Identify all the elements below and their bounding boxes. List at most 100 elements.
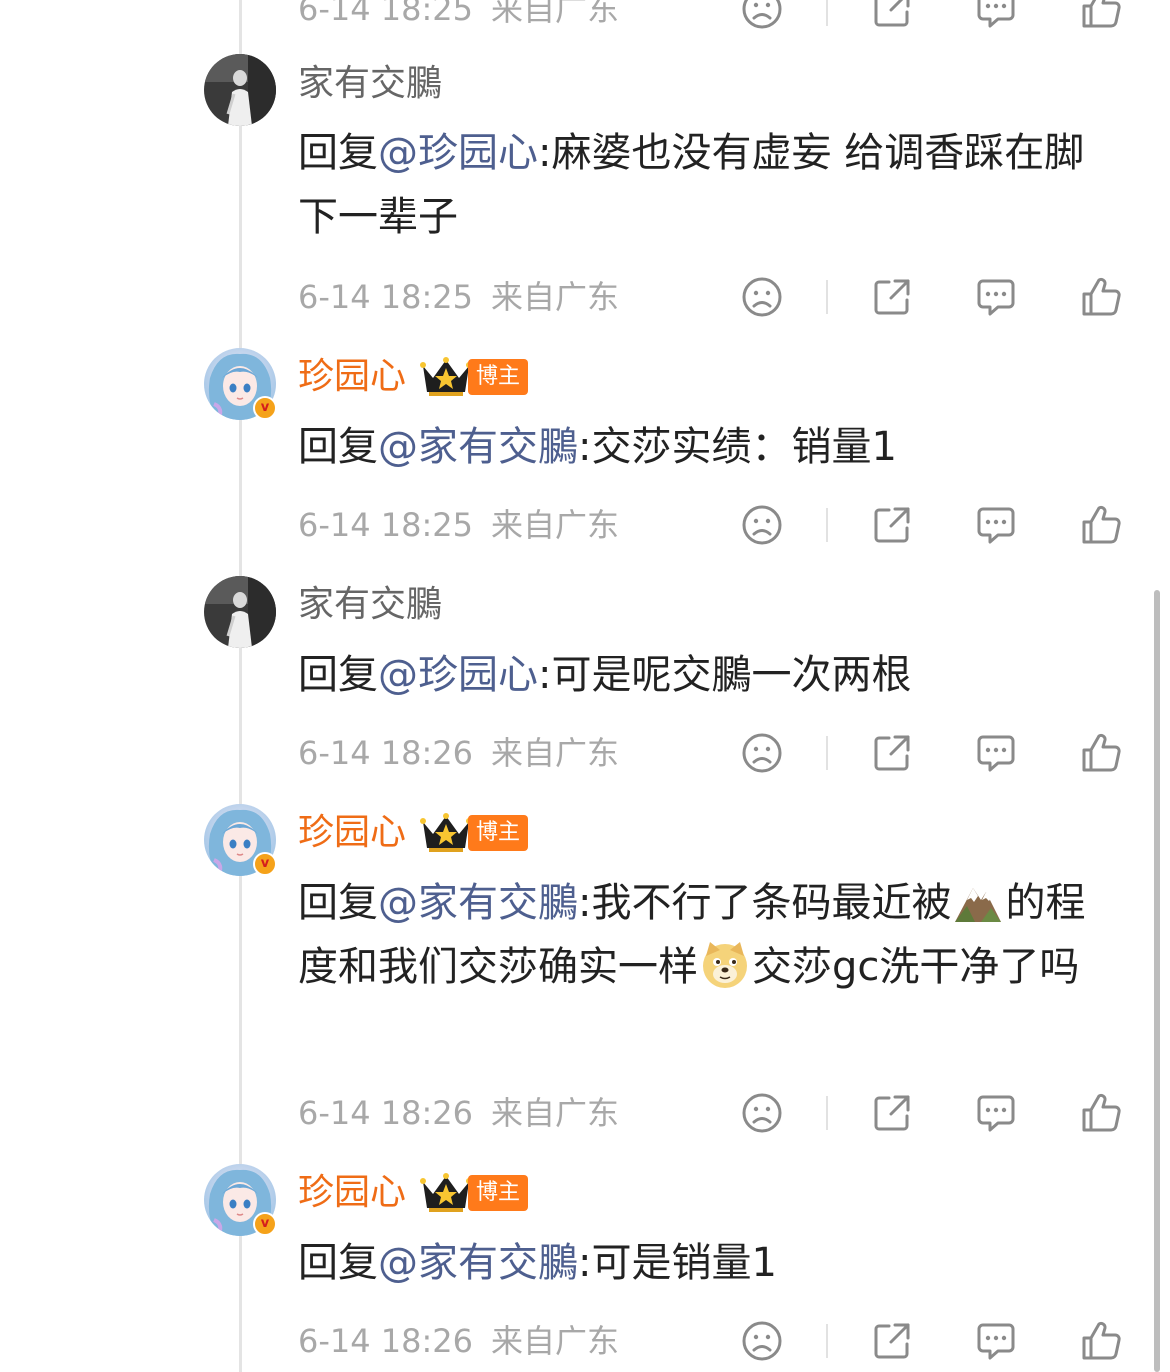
thumbs-up-icon bbox=[1080, 1320, 1122, 1362]
author-name[interactable]: 珍园心 bbox=[298, 351, 406, 403]
like-button[interactable] bbox=[1080, 1092, 1122, 1134]
share-button[interactable] bbox=[871, 732, 913, 774]
mention-link[interactable]: @家有交鵩 bbox=[378, 1240, 578, 1286]
comment-location: 来自广东 bbox=[491, 1094, 620, 1132]
action-divider bbox=[826, 1324, 828, 1358]
action-divider bbox=[826, 0, 828, 26]
avatar[interactable] bbox=[204, 54, 276, 126]
comment-meta: 6-14 18:26 来自广东 bbox=[298, 1088, 1138, 1138]
comment-date: 6-14 18:25 bbox=[298, 278, 474, 316]
dislike-button[interactable] bbox=[741, 1320, 783, 1362]
avatar[interactable]: v bbox=[204, 1164, 277, 1236]
dislike-button[interactable] bbox=[741, 276, 783, 318]
comment-text: 回复@家有交鵩:我不行了条码最近被 的程度和我们交莎确实一样 交莎gc洗干净了吗 bbox=[298, 871, 1108, 999]
mention-link[interactable]: @珍园心 bbox=[378, 652, 538, 698]
comment-date: 6-14 18:26 bbox=[298, 734, 474, 772]
share-button[interactable] bbox=[871, 1092, 913, 1134]
mention-link[interactable]: @珍园心 bbox=[378, 130, 538, 176]
thumbs-up-icon bbox=[1080, 1092, 1122, 1134]
reply-button[interactable] bbox=[975, 504, 1017, 546]
share-button[interactable] bbox=[871, 504, 913, 546]
share-icon bbox=[871, 1320, 913, 1362]
avatar[interactable]: v bbox=[204, 348, 277, 420]
mention-link[interactable]: @家有交鵩 bbox=[378, 424, 578, 470]
thumbs-up-icon bbox=[1080, 276, 1122, 318]
crown-icon bbox=[420, 1172, 473, 1214]
action-divider bbox=[826, 280, 828, 314]
dislike-button[interactable] bbox=[741, 504, 783, 546]
like-button[interactable] bbox=[1080, 0, 1122, 30]
comment-thread-page: 6-14 18:25 来自广东 家有交鵩 回复@珍园心:麻婆也没有虚妄 给调香踩… bbox=[0, 0, 1170, 1372]
mountain-emoji bbox=[953, 876, 1003, 926]
comment-text: 回复@珍园心:可是呢交鵩一次两根 bbox=[298, 652, 912, 698]
comment-text: 回复@家有交鵩:可是销量1 bbox=[298, 1240, 777, 1286]
like-button[interactable] bbox=[1080, 504, 1122, 546]
share-icon bbox=[871, 276, 913, 318]
sad-face-icon bbox=[741, 1320, 783, 1362]
share-button[interactable] bbox=[871, 276, 913, 318]
reply-button[interactable] bbox=[975, 0, 1017, 30]
verified-badge: v bbox=[253, 852, 277, 876]
sad-face-icon bbox=[741, 732, 783, 774]
share-icon bbox=[871, 732, 913, 774]
scrollbar-thumb[interactable] bbox=[1154, 590, 1160, 1372]
sad-face-icon bbox=[741, 504, 783, 546]
avatar[interactable]: v bbox=[204, 804, 277, 876]
avatar[interactable] bbox=[204, 576, 276, 648]
comment-date: 6-14 18:25 bbox=[298, 506, 474, 544]
blogger-tag: 博主 bbox=[468, 1175, 529, 1211]
crown-icon bbox=[420, 356, 473, 398]
crown-icon bbox=[420, 812, 473, 854]
partial-comment-meta: 6-14 18:25 来自广东 bbox=[298, 0, 1138, 34]
comment-meta: 6-14 18:26 来自广东 bbox=[298, 1316, 1138, 1366]
share-icon bbox=[871, 1092, 913, 1134]
share-icon bbox=[871, 504, 913, 546]
comment-meta: 6-14 18:26 来自广东 bbox=[298, 728, 1138, 778]
comment-icon bbox=[975, 1320, 1017, 1362]
comment-icon bbox=[975, 732, 1017, 774]
reply-button[interactable] bbox=[975, 1092, 1017, 1134]
action-divider bbox=[826, 736, 828, 770]
comment-date: 6-14 18:26 bbox=[298, 1094, 474, 1132]
reply-button[interactable] bbox=[975, 1320, 1017, 1362]
comment-location: 来自广东 bbox=[491, 734, 620, 772]
thumbs-up-icon bbox=[1080, 504, 1122, 546]
comment-text: 回复@家有交鵩:交莎实绩：销量1 bbox=[298, 424, 897, 470]
comment-icon bbox=[975, 0, 1017, 30]
verified-badge: v bbox=[253, 1212, 277, 1236]
comment-location: 来自广东 bbox=[491, 506, 620, 544]
comment-meta: 6-14 18:25 来自广东 bbox=[298, 500, 1138, 550]
comment-date: 6-14 18:25 bbox=[298, 0, 474, 28]
mention-link[interactable]: @家有交鵩 bbox=[378, 880, 578, 926]
sad-face-icon bbox=[741, 1092, 783, 1134]
dislike-button[interactable] bbox=[741, 0, 783, 30]
like-button[interactable] bbox=[1080, 1320, 1122, 1362]
comment-date: 6-14 18:26 bbox=[298, 1322, 474, 1360]
share-button[interactable] bbox=[871, 1320, 913, 1362]
action-divider bbox=[826, 1096, 828, 1130]
like-button[interactable] bbox=[1080, 732, 1122, 774]
author-name[interactable]: 珍园心 bbox=[298, 807, 406, 859]
like-button[interactable] bbox=[1080, 276, 1122, 318]
comment-location: 来自广东 bbox=[491, 0, 620, 28]
sad-face-icon bbox=[741, 0, 783, 30]
thumbs-up-icon bbox=[1080, 0, 1122, 30]
blogger-tag: 博主 bbox=[468, 359, 529, 395]
blogger-tag: 博主 bbox=[468, 815, 529, 851]
reply-button[interactable] bbox=[975, 732, 1017, 774]
action-divider bbox=[826, 508, 828, 542]
comment-text: 回复@珍园心:麻婆也没有虚妄 给调香踩在脚下一辈子 bbox=[298, 130, 1085, 240]
dislike-button[interactable] bbox=[741, 732, 783, 774]
thumbs-up-icon bbox=[1080, 732, 1122, 774]
comment-icon bbox=[975, 276, 1017, 318]
comment-location: 来自广东 bbox=[491, 1322, 620, 1360]
reply-button[interactable] bbox=[975, 276, 1017, 318]
author-name[interactable]: 家有交鵩 bbox=[298, 58, 442, 110]
dislike-button[interactable] bbox=[741, 1092, 783, 1134]
comment-meta: 6-14 18:25 来自广东 bbox=[298, 272, 1138, 322]
author-name[interactable]: 珍园心 bbox=[298, 1167, 406, 1219]
share-button[interactable] bbox=[871, 0, 913, 30]
comment-icon bbox=[975, 1092, 1017, 1134]
doge-emoji bbox=[700, 940, 750, 990]
author-name[interactable]: 家有交鵩 bbox=[298, 579, 442, 631]
